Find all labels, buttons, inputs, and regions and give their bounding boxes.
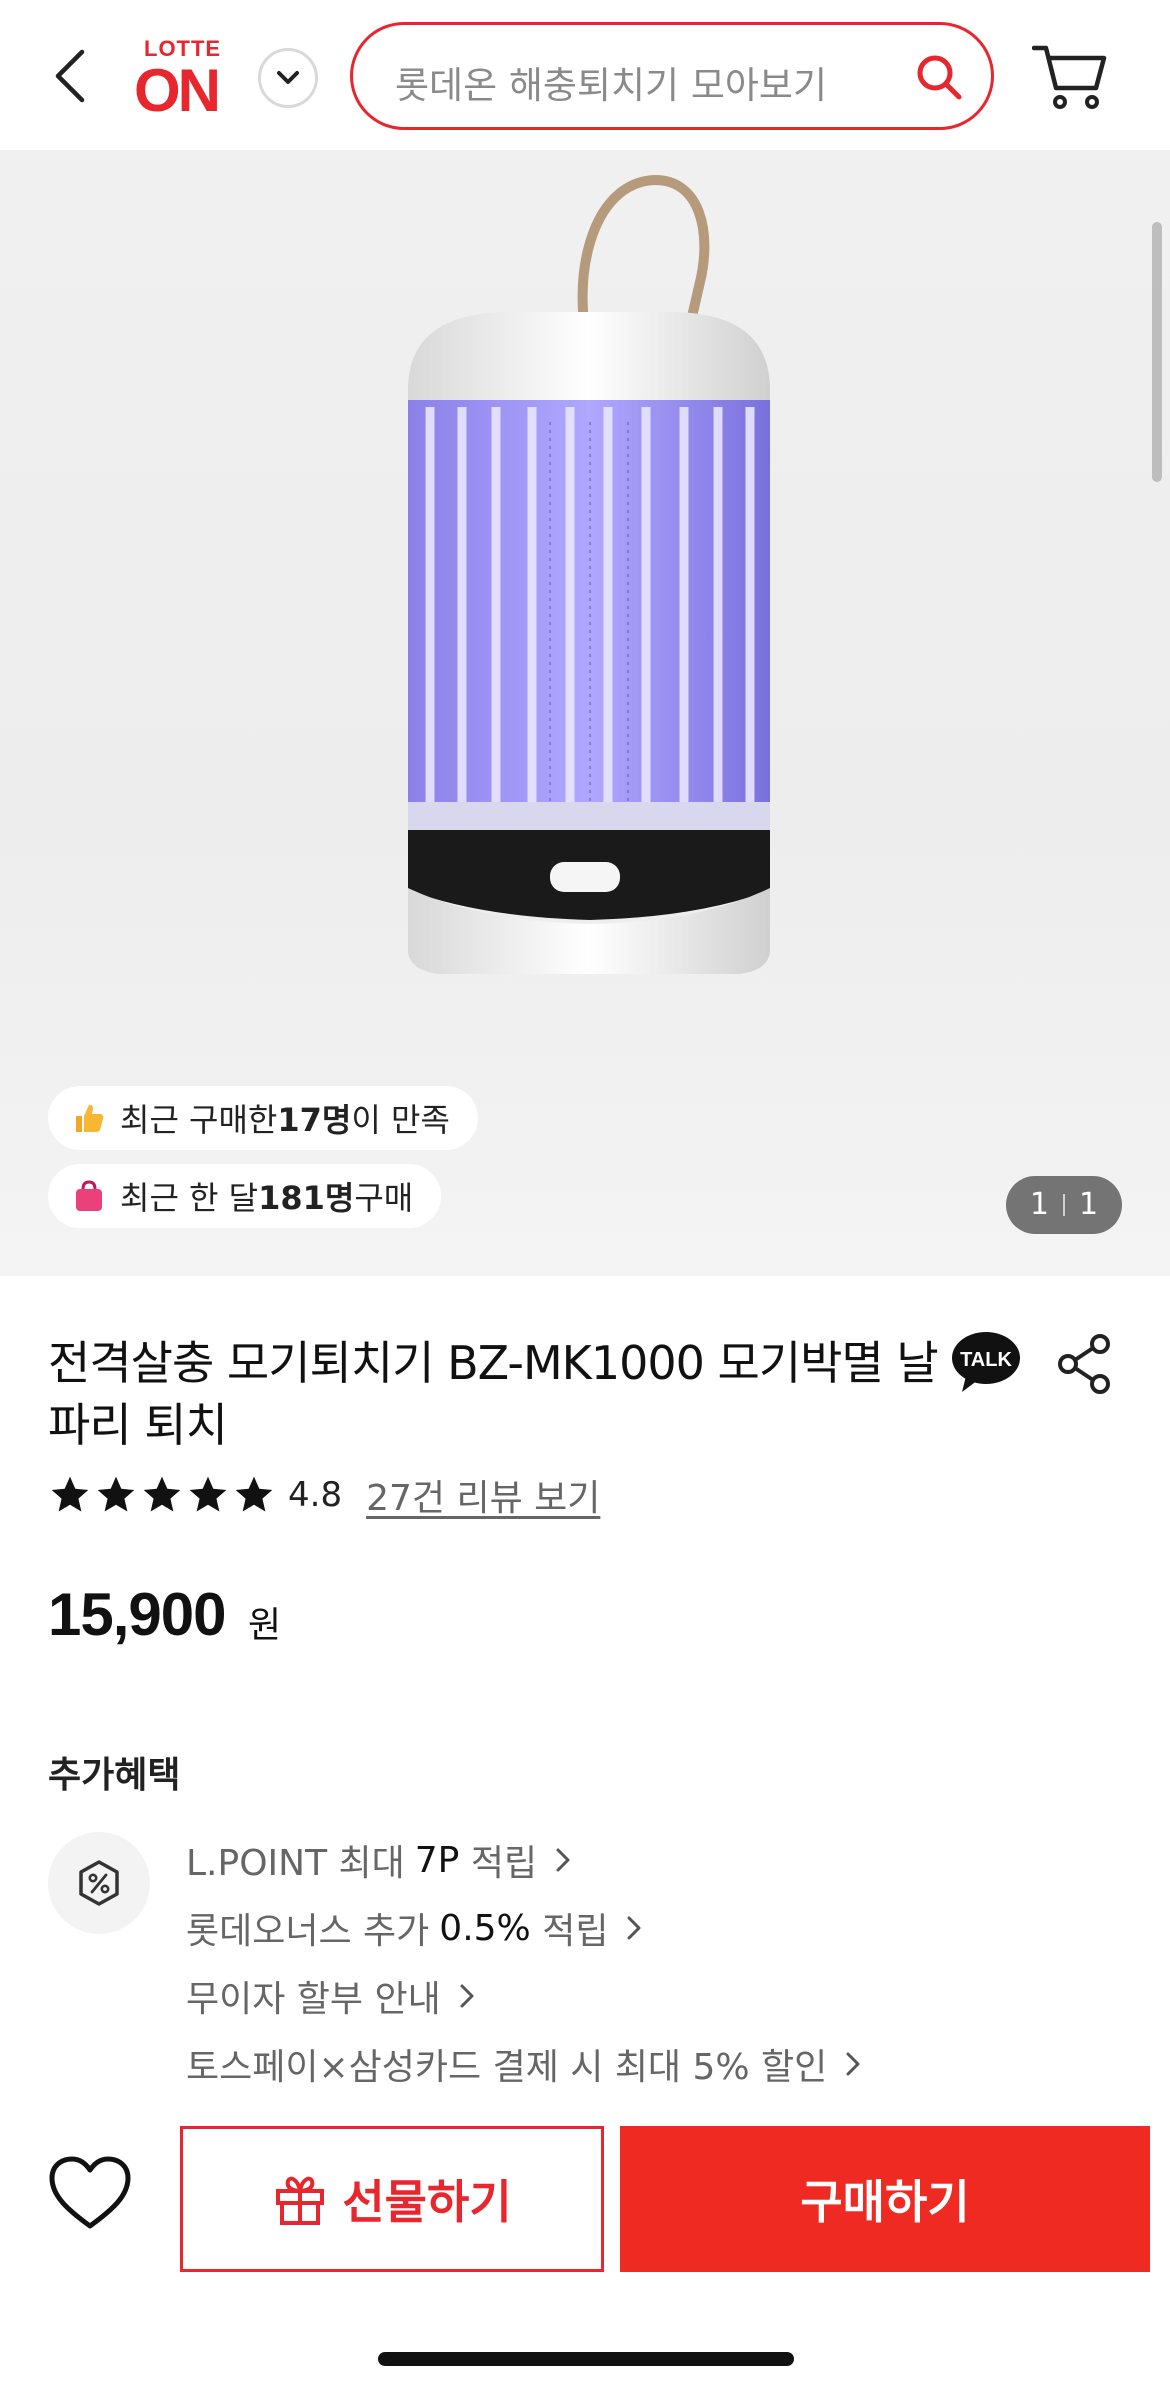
star-icon: [189, 1476, 227, 1512]
monthly-post: 구매: [354, 1179, 414, 1217]
star-icon: [143, 1476, 181, 1512]
satisfaction-badge: 최근 구매한 17명 이 만족: [48, 1086, 478, 1150]
benefit-text: 롯데오너스 추가: [186, 1911, 430, 1952]
chevron-right-icon: [846, 2052, 860, 2076]
monthly-pre: 최근 한 달: [120, 1179, 259, 1217]
benefit-suffix: 적립: [542, 1911, 609, 1952]
share-icon[interactable]: [1056, 1334, 1112, 1394]
benefit-badge: [48, 1832, 150, 1934]
benefit-tosspay[interactable]: 토스페이×삼성카드 결제 시 최대 5% 할인: [186, 2038, 861, 2090]
page-scrollbar[interactable]: [1152, 222, 1162, 482]
star-rating: [48, 1473, 276, 1517]
benefit-installment[interactable]: 무이자 할부 안내: [186, 1970, 475, 2022]
benefit-suffix: 적립: [470, 1843, 538, 1884]
wishlist-heart-icon[interactable]: [48, 2156, 132, 2232]
home-indicator[interactable]: [378, 2352, 794, 2366]
search-icon[interactable]: [915, 53, 963, 101]
lotte-on-logo[interactable]: LOTTE ON: [134, 36, 234, 124]
shopping-bag-icon: [76, 1180, 102, 1211]
cart-icon[interactable]: [1032, 40, 1108, 112]
review-link[interactable]: 27건 리뷰 보기: [366, 1469, 600, 1521]
thumbs-up-icon: [76, 1104, 104, 1132]
rating-value: 4.8: [288, 1475, 343, 1515]
satisfaction-pre: 최근 구매한: [120, 1101, 278, 1139]
image-total: 1: [1079, 1187, 1099, 1222]
gift-button[interactable]: 선물하기: [180, 2126, 604, 2272]
buy-label: 구매하기: [800, 2175, 970, 2229]
image-counter: 11: [1006, 1176, 1122, 1234]
chevron-right-icon: [556, 1848, 570, 1872]
chevron-down-icon: [277, 71, 299, 84]
star-icon: [235, 1476, 273, 1512]
rating-row: 4.8 27건 리뷰 보기: [48, 1470, 600, 1520]
monthly-count: 181명: [258, 1179, 355, 1217]
svg-text:TALK: TALK: [960, 1349, 1012, 1371]
monthly-purchase-badge: 최근 한 달 181명 구매: [48, 1164, 442, 1228]
benefit-lotte-owners[interactable]: 롯데오너스 추가 0.5% 적립: [186, 1902, 642, 1954]
buy-button[interactable]: 구매하기: [620, 2126, 1150, 2272]
benefit-text: 무이자 할부 안내: [186, 1979, 441, 2020]
benefit-highlight: 7P: [414, 1839, 460, 1881]
satisfaction-count: 17명: [277, 1101, 352, 1139]
benefit-highlight: 0.5%: [439, 1907, 531, 1949]
logo-on-text: ON: [134, 57, 221, 124]
benefits-title: 추가혜택: [48, 1755, 181, 1796]
gift-label: 선물하기: [342, 2175, 512, 2229]
benefit-text: L.POINT 최대: [186, 1843, 405, 1884]
search-placeholder: 롯데온 해충퇴치기 모아보기: [395, 64, 828, 107]
price-currency: 원: [248, 1605, 282, 1646]
price: 15,900: [48, 1581, 227, 1648]
chevron-right-icon: [460, 1984, 474, 2008]
gift-icon: [276, 2176, 325, 2225]
benefit-text: 토스페이×삼성카드 결제 시 최대 5% 할인: [186, 2047, 828, 2088]
star-icon: [97, 1476, 135, 1512]
image-index: 1: [1029, 1187, 1049, 1222]
product-image-carousel[interactable]: 최근 구매한 17명 이 만족 최근 한 달 181명 구매 11: [0, 152, 1170, 1276]
benefit-lpoint[interactable]: L.POINT 최대 7P 적립: [186, 1834, 571, 1886]
category-dropdown-button[interactable]: [258, 48, 318, 108]
star-icon: [51, 1476, 89, 1512]
kakao-talk-icon[interactable]: TALK: [950, 1330, 1022, 1396]
chevron-right-icon: [627, 1916, 641, 1940]
top-header: LOTTE ON 롯데온 해충퇴치기 모아보기: [0, 0, 1170, 152]
percent-icon: [79, 1860, 119, 1906]
product-title: 전격살충 모기퇴치기 BZ-MK1000 모기박멸 날파리 퇴치: [48, 1336, 939, 1452]
back-icon: [55, 49, 85, 103]
satisfaction-post: 이 만족: [351, 1101, 450, 1139]
search-input[interactable]: 롯데온 해충퇴치기 모아보기: [350, 22, 994, 130]
back-button[interactable]: [48, 44, 96, 108]
product-image: [408, 174, 770, 974]
